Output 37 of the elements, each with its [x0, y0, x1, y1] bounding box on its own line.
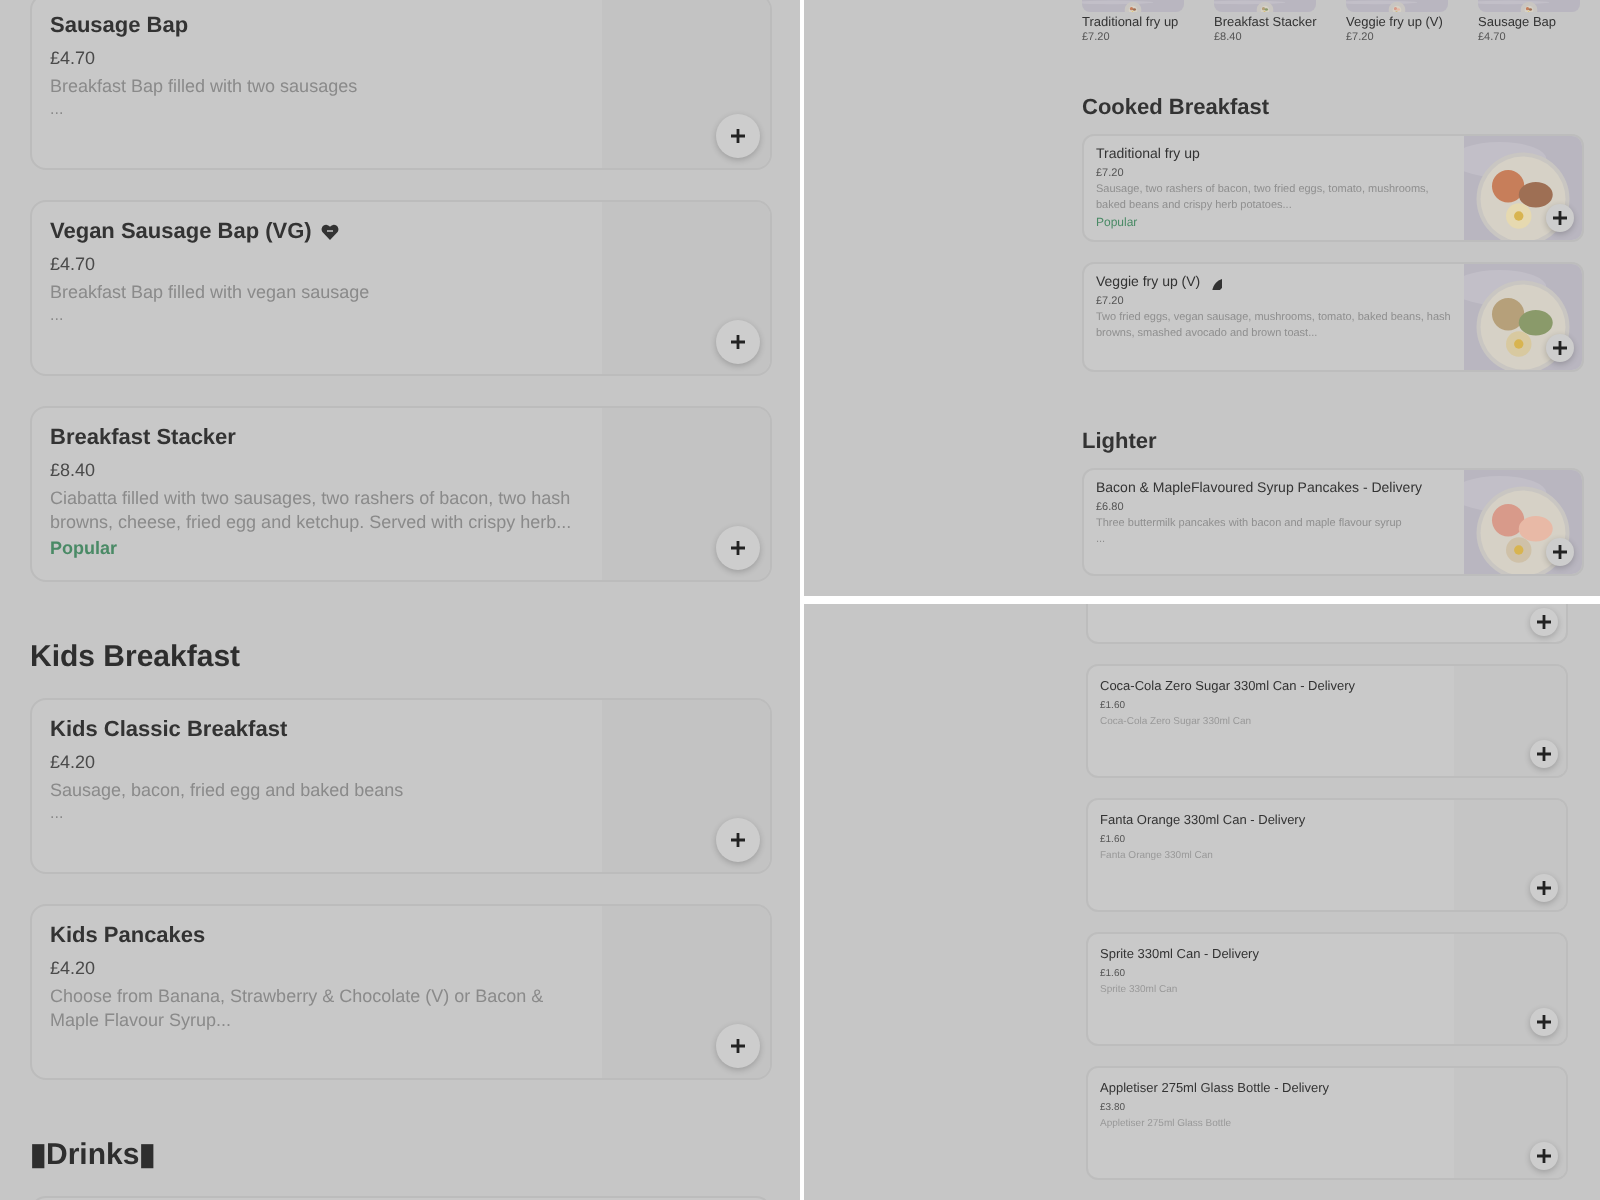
- plus-icon: [730, 128, 746, 144]
- item-description: Ciabatta filled with two sausages, two rashers of bacon, two hash browns, cheese, fried egg and ketchup. Served with crispy herb...: [50, 486, 574, 534]
- plus-icon: [1536, 880, 1552, 896]
- plus-icon: [730, 832, 746, 848]
- item-name: Kids Pancakes: [50, 922, 206, 952]
- plus-icon: [1552, 339, 1568, 356]
- item-price: £4.20: [50, 750, 98, 774]
- popular-label: Popular: [50, 536, 120, 560]
- plus-icon: [1536, 746, 1552, 762]
- item-description: Sausage, bacon, fried egg and baked beans: [50, 778, 406, 802]
- plus-icon: [730, 540, 746, 556]
- item-description: Breakfast Bap filled with two sausages: [50, 74, 360, 98]
- section-heading: Kids Breakfast: [30, 638, 243, 678]
- item-price: £8.40: [50, 458, 98, 482]
- item-description: Choose from Banana, Strawberry & Chocolate (V) or Bacon & Maple Flavour Syrup...: [50, 984, 546, 1032]
- section-heading: ▮Drinks▮: [30, 1136, 158, 1176]
- plus-icon: [1536, 1014, 1552, 1030]
- plus-icon: [730, 1038, 746, 1054]
- item-name: Breakfast Stacker: [50, 424, 236, 454]
- ellipsis-text: ...: [50, 304, 66, 328]
- ellipsis-text: ...: [50, 802, 66, 826]
- item-description: Breakfast Bap filled with vegan sausage: [50, 280, 372, 304]
- add-button[interactable]: [1530, 608, 1558, 636]
- plus-icon: [1552, 543, 1568, 560]
- item-name: Kids Classic Breakfast: [50, 716, 288, 746]
- item-name: Vegan Sausage Bap (VG): [50, 218, 312, 248]
- section-heading: Cooked Breakfast: [1082, 94, 1272, 122]
- plus-icon: [1552, 210, 1568, 227]
- plus-icon: [1536, 1148, 1552, 1164]
- ellipsis-text: ...: [50, 98, 66, 122]
- item-price: £4.20: [50, 956, 98, 980]
- plus-icon: [1536, 614, 1552, 630]
- item-price: £4.70: [50, 46, 98, 70]
- item-name: Sausage Bap: [50, 12, 189, 42]
- plus-icon: [730, 334, 746, 350]
- item-price: £4.70: [50, 252, 98, 276]
- section-heading: Lighter: [1082, 427, 1159, 456]
